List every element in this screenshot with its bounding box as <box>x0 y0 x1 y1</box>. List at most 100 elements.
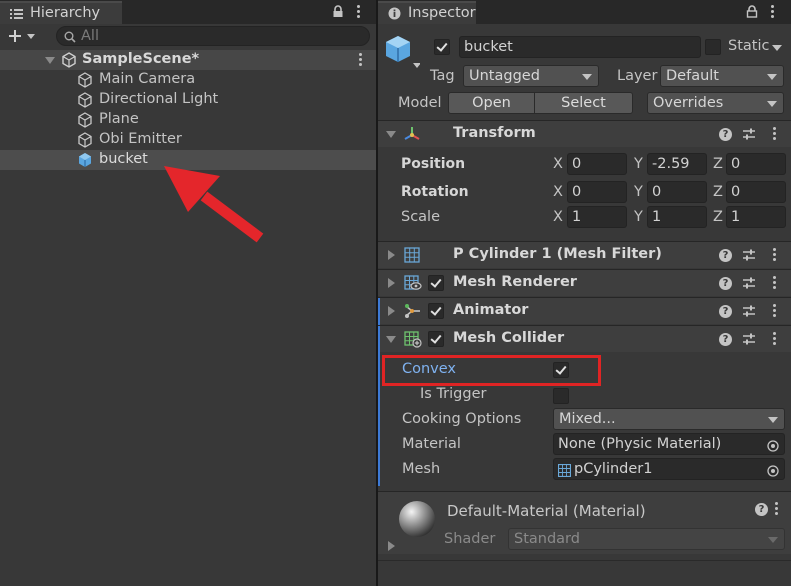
animator-header[interactable]: Animator ? <box>378 297 791 325</box>
lock-icon[interactable] <box>332 5 344 22</box>
scale-z-field[interactable]: 1 <box>726 206 786 228</box>
scene-name: SampleScene* <box>82 51 200 67</box>
hierarchy-panel: Hierarchy All SampleScene* Main Camera D… <box>0 0 376 586</box>
add-icon[interactable] <box>8 29 36 47</box>
position-y-field[interactable]: -2.59 <box>647 153 707 175</box>
prefab-large-icon[interactable] <box>386 34 421 76</box>
tab-hierarchy[interactable]: Hierarchy <box>0 1 122 24</box>
transform-icon <box>403 126 421 147</box>
physic-material-field[interactable]: None (Physic Material) <box>553 433 785 455</box>
inspector-panel: Inspector bucket Static Tag Untagged Lay… <box>378 0 791 586</box>
modified-indicator <box>378 352 380 486</box>
expand-icon[interactable] <box>388 250 395 260</box>
inspector-tabbar: Inspector <box>378 0 791 24</box>
presets-icon[interactable] <box>742 127 756 141</box>
expand-icon[interactable] <box>388 278 395 288</box>
position-x-field[interactable]: 0 <box>567 153 627 175</box>
shader-label: Shader <box>444 531 496 547</box>
x-label: X <box>553 156 563 172</box>
hierarchy-item-main-camera[interactable]: Main Camera <box>0 70 376 90</box>
hierarchy-item-directional-light[interactable]: Directional Light <box>0 90 376 110</box>
scene-menu-icon[interactable] <box>359 53 363 68</box>
component-menu-icon[interactable] <box>773 276 777 291</box>
component-menu-icon[interactable] <box>773 332 777 347</box>
scale-x-field[interactable]: 1 <box>567 206 627 228</box>
material-title: Default-Material (Material) <box>447 502 646 520</box>
shader-dropdown[interactable]: Standard <box>508 528 785 550</box>
y-label: Y <box>634 156 643 172</box>
help-icon[interactable]: ? <box>719 128 732 141</box>
divider <box>378 560 791 561</box>
lock-icon[interactable] <box>746 5 758 22</box>
mesh-filter-header[interactable]: P Cylinder 1 (Mesh Filter) ? <box>378 241 791 268</box>
static-dropdown-icon[interactable] <box>772 45 782 51</box>
shader-value: Standard <box>514 531 580 547</box>
presets-icon[interactable] <box>742 276 756 290</box>
enabled-checkbox[interactable] <box>428 303 444 319</box>
presets-icon[interactable] <box>742 248 756 262</box>
component-menu-icon[interactable] <box>773 127 777 142</box>
more-menu-icon[interactable] <box>771 5 775 20</box>
unity-scene-icon <box>61 52 77 72</box>
z-label: Z <box>713 156 723 172</box>
component-title: Transform <box>453 125 536 141</box>
mesh-renderer-header[interactable]: Mesh Renderer ? <box>378 269 791 296</box>
transform-header[interactable]: Transform ? <box>378 120 791 147</box>
expand-icon[interactable] <box>388 306 395 316</box>
mesh-field[interactable]: pCylinder1 <box>553 458 785 480</box>
help-icon[interactable]: ? <box>719 333 732 346</box>
enabled-checkbox[interactable] <box>428 275 444 291</box>
is-trigger-checkbox[interactable] <box>553 388 569 404</box>
mesh-collider-icon <box>404 331 422 352</box>
mesh-collider-header[interactable]: Mesh Collider ? <box>378 325 791 353</box>
z-label: Z <box>713 184 723 200</box>
help-icon[interactable]: ? <box>719 305 732 318</box>
tag-dropdown[interactable]: Untagged <box>463 65 599 87</box>
material-sphere-icon <box>398 500 436 542</box>
overrides-dropdown[interactable]: Overrides <box>647 92 784 114</box>
hierarchy-item-obi-emitter[interactable]: Obi Emitter <box>0 130 376 150</box>
info-icon <box>388 7 401 24</box>
component-menu-icon[interactable] <box>773 304 777 319</box>
rotation-y-field[interactable]: 0 <box>647 181 707 203</box>
presets-icon[interactable] <box>742 304 756 318</box>
rotation-z-field[interactable]: 0 <box>726 181 786 203</box>
search-input[interactable]: All <box>56 26 370 46</box>
hierarchy-item-label: Main Camera <box>99 71 196 87</box>
model-label: Model <box>398 95 442 111</box>
component-menu-icon[interactable] <box>773 248 777 263</box>
object-name-field[interactable]: bucket <box>459 36 701 58</box>
modified-indicator <box>378 326 380 353</box>
layer-dropdown[interactable]: Default <box>660 65 784 87</box>
collapse-icon[interactable] <box>386 131 396 138</box>
object-picker-icon[interactable] <box>767 463 779 479</box>
static-checkbox[interactable] <box>705 39 721 55</box>
presets-icon[interactable] <box>742 332 756 346</box>
material-menu-icon[interactable] <box>775 502 779 517</box>
physic-material-value: None (Physic Material) <box>558 436 722 452</box>
object-picker-icon[interactable] <box>767 438 779 454</box>
tab-inspector[interactable]: Inspector <box>378 1 476 24</box>
hierarchy-item-plane[interactable]: Plane <box>0 110 376 130</box>
more-menu-icon[interactable] <box>357 5 361 20</box>
position-z-field[interactable]: 0 <box>726 153 786 175</box>
open-button[interactable]: Open <box>448 92 535 114</box>
cooking-options-dropdown[interactable]: Mixed... <box>553 408 785 430</box>
enabled-checkbox[interactable] <box>428 331 444 347</box>
expand-icon[interactable] <box>45 57 55 64</box>
collapse-icon[interactable] <box>386 336 396 343</box>
mesh-filter-icon <box>404 247 420 267</box>
cooking-options-label: Cooking Options <box>402 411 522 427</box>
active-checkbox[interactable] <box>434 39 450 55</box>
mesh-value: pCylinder1 <box>574 461 653 477</box>
help-icon[interactable]: ? <box>755 503 768 516</box>
y-label: Y <box>634 209 643 225</box>
rotation-x-field[interactable]: 0 <box>567 181 627 203</box>
select-button[interactable]: Select <box>534 92 633 114</box>
layer-label: Layer <box>617 68 658 84</box>
expand-icon[interactable] <box>388 541 395 551</box>
help-icon[interactable]: ? <box>719 277 732 290</box>
scale-y-field[interactable]: 1 <box>647 206 707 228</box>
scene-row[interactable]: SampleScene* <box>0 50 376 70</box>
help-icon[interactable]: ? <box>719 249 732 262</box>
